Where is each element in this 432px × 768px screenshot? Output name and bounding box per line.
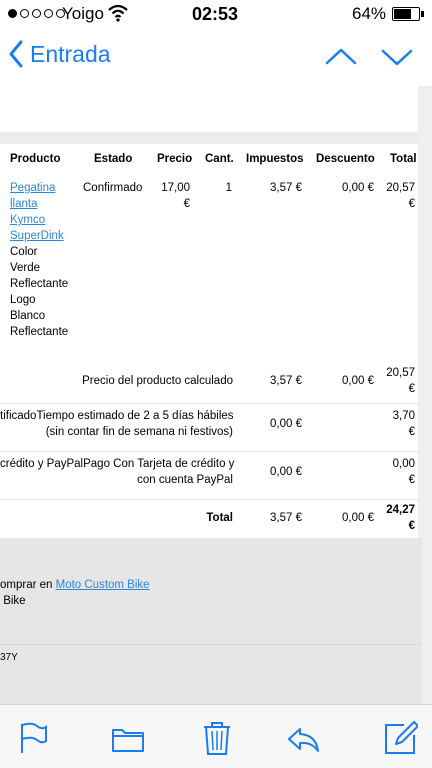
compose-icon[interactable]: [384, 721, 418, 755]
product-detail: Blanco: [10, 310, 46, 322]
estado-value: Confirmado: [83, 182, 143, 194]
trash-icon[interactable]: [200, 721, 234, 755]
row-divider: [0, 403, 418, 404]
product-detail: Logo: [10, 294, 36, 306]
header-impuestos: Impuestos: [246, 153, 304, 165]
shipping-row-text: tificadoTiempo estimado de 2 a 5 días há…: [0, 410, 234, 422]
footer-shop-line: omprar en Moto Custom Bike: [0, 579, 150, 591]
product-cell: Pegatina llanta Kymco SuperDink Color Ve…: [10, 180, 85, 340]
grand-total-value: 24,27 €: [386, 504, 415, 532]
status-bar: Yoigo 02:53 64%: [0, 0, 432, 30]
back-button[interactable]: Entrada: [8, 40, 111, 68]
payment-row-text: crédito y PayPalPago Con Tarjeta de créd…: [0, 458, 235, 470]
shop-link[interactable]: Moto Custom Bike: [56, 579, 150, 591]
shipping-row-text-line2: (sin contar fin de semana ni festivos): [45, 426, 233, 438]
reply-icon[interactable]: [286, 721, 320, 755]
previous-message-button[interactable]: [324, 42, 358, 72]
shipping-total: 3,70 €: [392, 410, 415, 438]
mail-toolbar: [0, 704, 432, 768]
order-table: Producto Estado Precio Cant. Impuestos D…: [0, 144, 418, 538]
clock: 02:53: [192, 4, 239, 24]
wifi-icon: [108, 4, 128, 22]
back-button-label: Entrada: [30, 40, 111, 67]
shipping-impuestos: 0,00 €: [270, 418, 302, 430]
precio-value: 17,00 €: [161, 182, 190, 210]
battery-icon: [392, 7, 424, 21]
product-link[interactable]: Pegatina llanta Kymco SuperDink: [10, 182, 64, 242]
message-header-area: [0, 86, 418, 132]
payment-impuestos: 0,00 €: [270, 466, 302, 478]
product-detail: Verde: [10, 262, 41, 274]
descuento-value: 0,00 €: [342, 182, 374, 194]
battery-percentage: 64%: [352, 4, 387, 23]
calculated-impuestos: 3,57 €: [270, 375, 302, 387]
header-cantidad: Cant.: [205, 153, 234, 165]
message-body[interactable]: Producto Estado Precio Cant. Impuestos D…: [0, 86, 432, 704]
grand-total-descuento: 0,00 €: [342, 512, 374, 524]
folder-icon[interactable]: [111, 721, 145, 755]
calculated-total: 20,57 €: [386, 367, 415, 395]
grand-total-label: Total: [206, 512, 233, 524]
payment-total: 0,00 €: [392, 458, 415, 486]
impuestos-value: 3,57 €: [270, 182, 302, 194]
cantidad-value: 1: [225, 182, 232, 194]
total-value: 20,57 €: [386, 182, 415, 210]
grand-total-impuestos: 3,57 €: [270, 512, 302, 524]
chevron-left-icon: [9, 40, 23, 68]
next-message-button[interactable]: [380, 42, 414, 72]
flag-icon[interactable]: [17, 721, 51, 755]
footer-divider: [0, 644, 422, 645]
row-divider: [0, 499, 418, 500]
calculated-price-label: Precio del producto calculado: [82, 375, 233, 387]
row-divider: [0, 451, 418, 452]
separator-band: [0, 132, 418, 144]
header-estado: Estado: [94, 153, 133, 165]
email-footer: omprar en Moto Custom Bike Bike 37Y: [0, 538, 422, 704]
payment-row-text-line2: con cuenta PayPal: [137, 474, 233, 486]
header-total: Total: [390, 153, 417, 165]
header-producto: Producto: [10, 153, 61, 165]
product-detail: Reflectante: [10, 278, 69, 290]
product-detail: Reflectante: [10, 326, 69, 338]
signal-strength-icon: [8, 9, 65, 18]
calculated-descuento: 0,00 €: [342, 375, 374, 387]
header-precio: Precio: [157, 153, 193, 165]
footer-code: 37Y: [0, 652, 18, 663]
footer-shop-name: Bike: [0, 595, 26, 607]
product-detail: Color: [10, 246, 38, 258]
header-descuento: Descuento: [316, 153, 375, 165]
navigation-bar: Entrada: [0, 30, 432, 86]
carrier-name: Yoigo: [62, 4, 104, 23]
